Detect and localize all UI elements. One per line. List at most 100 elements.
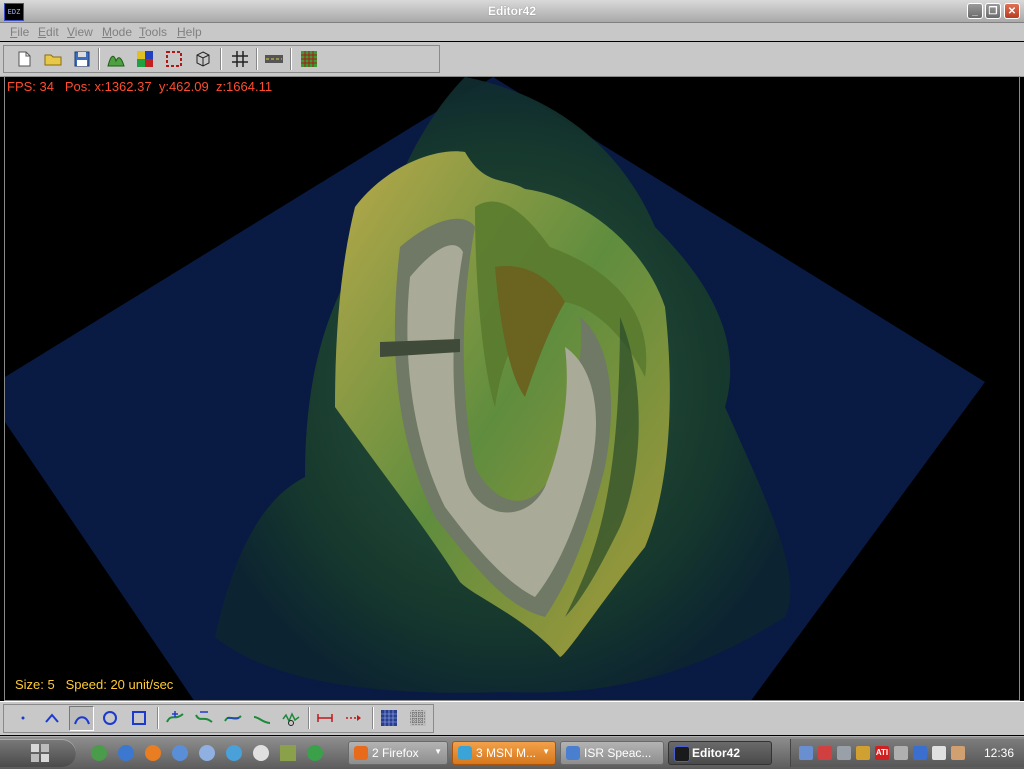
square-brush-icon [132, 711, 146, 725]
measure-icon [317, 714, 333, 722]
texture-paint-icon [137, 51, 153, 67]
object-cube-icon [196, 51, 210, 67]
terrain-scene [5, 77, 985, 700]
selection-button[interactable] [162, 47, 186, 71]
msn-icon [458, 746, 472, 760]
quicklaunch-firefox-icon[interactable] [145, 745, 161, 761]
menu-tools[interactable]: Tools [139, 25, 167, 39]
toolbar-separator [372, 707, 374, 729]
noise-terrain-icon [282, 712, 300, 726]
grid-icon [232, 51, 248, 67]
point-brush-icon [21, 716, 25, 720]
square-brush-button[interactable] [127, 706, 152, 731]
texture-b-button[interactable] [406, 706, 431, 731]
menu-mode[interactable]: Mode [102, 25, 132, 39]
toolbar-separator [256, 48, 258, 70]
msn-tray-icon[interactable] [856, 746, 870, 760]
menu-help[interactable]: Help [177, 25, 202, 39]
smooth-brush-button[interactable] [69, 706, 94, 731]
editor-icon [674, 746, 690, 762]
toolbar-separator [290, 48, 292, 70]
terrain-button[interactable] [104, 47, 128, 71]
tile-grid-icon [301, 51, 317, 67]
task-group-arrow-icon: ▼ [542, 747, 550, 756]
grid-button[interactable] [228, 47, 252, 71]
open-button[interactable] [41, 47, 65, 71]
path-arrow-button[interactable] [342, 706, 367, 731]
smooth-terrain-icon [253, 716, 271, 724]
flatten-terrain-button[interactable] [221, 706, 246, 731]
noise-terrain-button[interactable] [279, 706, 304, 731]
quicklaunch-triangle-icon[interactable] [280, 745, 296, 761]
update-icon[interactable] [951, 746, 965, 760]
path-arrow-icon [346, 715, 361, 721]
quicklaunch-search-icon[interactable] [172, 745, 188, 761]
media-player-icon[interactable] [932, 746, 946, 760]
new-file-button[interactable] [12, 47, 36, 71]
volume-icon[interactable] [894, 746, 908, 760]
quicklaunch-globe-icon[interactable] [307, 745, 323, 761]
quicklaunch-refresh-icon[interactable] [91, 745, 107, 761]
maximize-button[interactable]: ❐ [985, 3, 1001, 19]
document-icon [566, 746, 580, 760]
texture-paint-button[interactable] [133, 47, 157, 71]
task-label: Editor42 [692, 746, 741, 760]
menu-edit[interactable]: Edit [38, 25, 59, 39]
circle-brush-button[interactable] [98, 706, 123, 731]
title-bar[interactable]: EDZ Editor42 _ ❐ ✕ [0, 0, 1024, 23]
task-firefox[interactable]: 2 Firefox ▼ [348, 741, 448, 765]
road-button[interactable] [262, 47, 286, 71]
window-title: Editor42 [487, 4, 536, 18]
main-toolbar [0, 42, 1024, 77]
texture-b-icon [410, 710, 426, 726]
texture-a-button[interactable] [377, 706, 402, 731]
tools-icon[interactable] [837, 746, 851, 760]
save-icon [74, 51, 90, 67]
flatten-terrain-icon [224, 715, 242, 722]
task-msn[interactable]: 3 MSN M... ▼ [452, 741, 556, 765]
menu-view[interactable]: View [67, 25, 93, 39]
hud-position-readout: FPS: 34 Pos: x:1362.37 y:462.09 z:1664.1… [7, 79, 273, 94]
brush-toolbar [0, 701, 1024, 735]
minimize-button[interactable]: _ [967, 3, 983, 19]
lower-terrain-button[interactable] [192, 706, 217, 731]
toolbar-separator [308, 707, 310, 729]
task-editor42[interactable]: Editor42 [668, 741, 772, 765]
quicklaunch-app-icon[interactable] [226, 745, 242, 761]
circle-brush-icon [103, 711, 117, 725]
toolbar-separator [220, 48, 222, 70]
quicklaunch-chat-icon[interactable] [199, 745, 215, 761]
new-file-icon [18, 51, 31, 67]
road-icon [265, 55, 283, 63]
ati-icon[interactable]: ATI [875, 746, 889, 760]
selection-icon [166, 51, 182, 67]
close-button[interactable]: ✕ [1004, 3, 1020, 19]
3d-viewport[interactable]: FPS: 34 Pos: x:1362.37 y:462.09 z:1664.1… [4, 76, 1020, 701]
terrain-icon [107, 55, 125, 67]
network-error-icon[interactable] [818, 746, 832, 760]
peak-brush-button[interactable] [40, 706, 65, 731]
task-label: ISR Speac... [584, 746, 652, 760]
raise-terrain-button[interactable] [163, 706, 188, 731]
quicklaunch-ie-icon[interactable] [118, 745, 134, 761]
firefox-icon [354, 746, 368, 760]
hud-brush-readout: Size: 5 Speed: 20 unit/sec [15, 677, 174, 692]
smooth-terrain-button[interactable] [250, 706, 275, 731]
security-icon[interactable] [913, 746, 927, 760]
start-button[interactable] [0, 739, 76, 767]
tile-grid-button[interactable] [297, 47, 321, 71]
save-button[interactable] [70, 47, 94, 71]
raise-terrain-icon [166, 711, 184, 723]
point-brush-button[interactable] [11, 706, 36, 731]
brush-toolbar-frame [3, 704, 434, 733]
measure-button[interactable] [313, 706, 338, 731]
task-group-arrow-icon: ▼ [434, 747, 442, 756]
quicklaunch-media-icon[interactable] [253, 745, 269, 761]
lower-terrain-icon [195, 711, 213, 723]
object-button[interactable] [191, 47, 215, 71]
menu-file[interactable]: File [10, 25, 29, 39]
task-isr-speech[interactable]: ISR Speac... [560, 741, 664, 765]
task-label: 3 MSN M... [476, 746, 537, 760]
network-icon[interactable] [799, 746, 813, 760]
menu-bar: File Edit View Mode Tools Help [0, 23, 1024, 41]
